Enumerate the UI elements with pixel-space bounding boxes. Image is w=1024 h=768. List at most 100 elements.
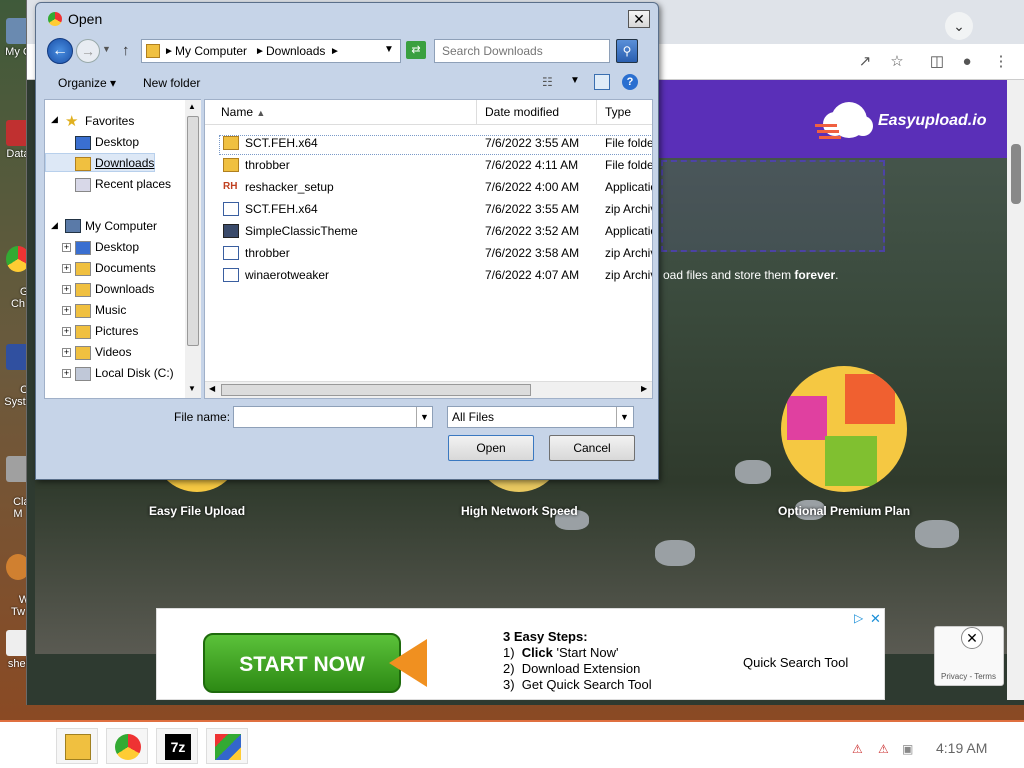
nav-computer-item[interactable]: Local Disk (C:) [95, 366, 174, 380]
tab-search-button[interactable]: ⌄ [945, 12, 973, 40]
horizontal-scrollbar[interactable]: ◀ ▶ [205, 381, 652, 398]
forward-button[interactable]: → [76, 39, 100, 63]
search-icon[interactable]: ⚲ [616, 39, 638, 63]
file-row[interactable]: throbber 7/6/2022 3:58 AM zip Archive [217, 243, 652, 263]
file-row[interactable]: winaerotweaker 7/6/2022 4:07 AM zip Archiv… [217, 265, 652, 285]
more-menu-icon[interactable]: ⋮ [991, 52, 1011, 72]
file-row[interactable]: throbber 7/6/2022 4:11 AM File folder [217, 155, 653, 175]
file-type-filter[interactable]: All Files [447, 406, 634, 428]
collapse-icon[interactable]: ◢ [51, 114, 58, 125]
column-header-name[interactable]: Name ▲ [205, 100, 477, 124]
search-box[interactable] [434, 39, 610, 63]
preview-pane-icon[interactable] [594, 74, 610, 90]
side-panel-icon[interactable]: ◫ [927, 52, 947, 72]
back-button[interactable]: ← [47, 38, 73, 64]
profile-icon[interactable]: ● [957, 52, 977, 72]
views-icon[interactable]: ☷ [542, 75, 553, 89]
tray-clock[interactable]: 4:19 AM [936, 740, 987, 756]
file-name-dropdown-icon[interactable]: ▼ [416, 407, 432, 427]
expand-icon[interactable]: + [62, 264, 71, 273]
breadcrumb-arrow-icon[interactable]: ► [330, 46, 340, 57]
column-header-date[interactable]: Date modified [477, 100, 597, 124]
nav-scrollbar[interactable]: ▲ ▼ [185, 100, 201, 398]
scroll-right-icon[interactable]: ▶ [641, 384, 647, 393]
scroll-up-icon[interactable]: ▲ [188, 102, 196, 111]
taskbar-7zip[interactable]: 7z [156, 728, 198, 764]
help-icon[interactable]: ? [622, 74, 638, 90]
taskbar-windows[interactable] [206, 728, 248, 764]
filter-dropdown-icon[interactable]: ▼ [616, 407, 632, 427]
ad-close-icon[interactable]: ✕ [870, 611, 881, 627]
nav-computer-item[interactable]: Music [95, 303, 126, 317]
cancel-button[interactable]: Cancel [549, 435, 635, 461]
column-header-type[interactable]: Type [597, 100, 652, 124]
monitor-icon[interactable]: ▣ [902, 742, 913, 756]
network-error-icon[interactable]: ⚠ [852, 742, 863, 756]
collapse-icon[interactable]: ◢ [51, 220, 58, 231]
browser-scrollbar[interactable] [1007, 80, 1024, 700]
breadcrumb-my-computer[interactable]: My Computer [175, 44, 247, 58]
folder-icon [223, 158, 239, 172]
expand-icon[interactable]: + [62, 285, 71, 294]
bookmark-star-icon[interactable]: ☆ [887, 52, 907, 72]
nav-computer-item[interactable]: Documents [95, 261, 156, 275]
nav-my-computer[interactable]: My Computer [85, 219, 157, 233]
ad-info-icon[interactable]: ▷ [854, 611, 863, 625]
brand-name[interactable]: Easyupload.io [878, 112, 986, 130]
file-name-input[interactable] [233, 406, 433, 428]
recaptcha-badge[interactable]: ✕ Privacy - Terms [934, 626, 1004, 686]
new-folder-button[interactable]: New folder [143, 76, 200, 90]
nav-fav-desktop[interactable]: Desktop [95, 135, 139, 149]
ad-step-2: 2) Download Extension [503, 661, 641, 676]
volume-muted-icon[interactable]: ⚠ [878, 742, 889, 756]
nav-favorites[interactable]: Favorites [85, 114, 134, 128]
breadcrumb-arrow-icon[interactable]: ► [164, 46, 174, 57]
scrollbar-thumb[interactable] [221, 384, 531, 396]
address-dropdown-icon[interactable]: ▼ [384, 44, 394, 55]
breadcrumb-arrow-icon[interactable]: ► [255, 46, 265, 57]
nav-fav-downloads[interactable]: Downloads [95, 156, 154, 170]
file-row[interactable]: SCT.FEH.x64 7/6/2022 3:55 AM File folder [217, 133, 652, 153]
file-name: winaerotweaker [245, 268, 330, 282]
scrollbar-thumb[interactable] [1011, 144, 1021, 204]
refresh-button[interactable]: ⇄ [406, 41, 426, 59]
up-folder-icon[interactable]: ↑ [122, 42, 130, 59]
open-button[interactable]: Open [448, 435, 534, 461]
dialog-close-button[interactable]: ✕ [628, 10, 650, 28]
expand-icon[interactable]: + [62, 327, 71, 336]
scrollbar-thumb[interactable] [187, 116, 199, 346]
file-row[interactable]: SCT.FEH.x64 7/6/2022 3:55 AM zip Archive [217, 199, 652, 219]
taskbar-explorer[interactable] [56, 728, 98, 764]
nav-computer-item[interactable]: Downloads [95, 282, 154, 296]
file-type: File folder [605, 158, 653, 172]
expand-icon[interactable]: + [62, 369, 71, 378]
views-dropdown-icon[interactable]: ▼ [570, 75, 580, 86]
file-row[interactable]: RH reshacker_setup 7/6/2022 4:00 AM Applica… [217, 177, 652, 197]
address-bar[interactable]: ► My Computer ► Downloads ► ▼ [141, 39, 401, 63]
ad-banner[interactable]: START NOW 3 Easy Steps: 1) Click 'Start … [156, 608, 885, 700]
file-type: zip Archive [605, 246, 652, 260]
scroll-left-icon[interactable]: ◀ [209, 384, 215, 393]
expand-icon[interactable]: + [62, 306, 71, 315]
nav-computer-item[interactable]: Videos [95, 345, 131, 359]
history-dropdown-icon[interactable]: ▼ [102, 44, 111, 54]
search-input[interactable] [435, 40, 609, 62]
share-icon[interactable]: ↗ [855, 52, 875, 72]
computer-icon [65, 219, 81, 233]
scroll-down-icon[interactable]: ▼ [188, 384, 196, 393]
nav-computer-item[interactable]: Pictures [95, 324, 138, 338]
recaptcha-terms[interactable]: Privacy - Terms [941, 672, 996, 681]
ad-step-1: 1) Click 'Start Now' [503, 645, 619, 660]
nav-computer-item[interactable]: Desktop [95, 240, 139, 254]
expand-icon[interactable]: + [62, 348, 71, 357]
taskbar-chrome[interactable] [106, 728, 148, 764]
ad-start-now-button[interactable]: START NOW [203, 633, 401, 693]
file-row[interactable]: SimpleClassicTheme 7/6/2022 3:52 AM Applic… [217, 221, 652, 241]
expand-icon[interactable]: + [62, 243, 71, 252]
upload-drop-zone[interactable] [661, 160, 885, 252]
nav-fav-recent[interactable]: Recent places [95, 177, 171, 191]
breadcrumb-downloads[interactable]: Downloads [266, 44, 325, 58]
close-icon[interactable]: ✕ [961, 627, 983, 649]
organize-button[interactable]: Organize ▾ [58, 76, 116, 90]
dialog-titlebar[interactable]: Open ✕ [36, 3, 658, 33]
